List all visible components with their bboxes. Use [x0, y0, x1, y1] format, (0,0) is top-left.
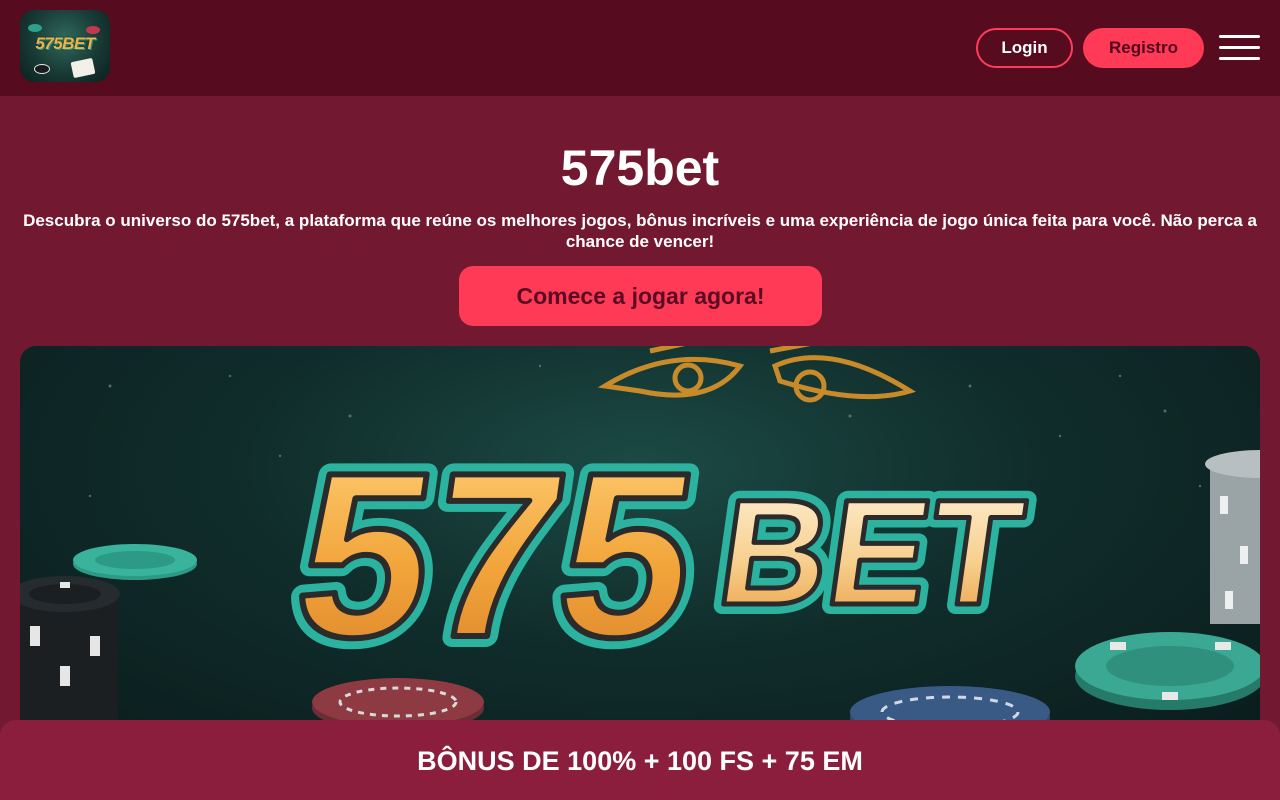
chip-icon	[34, 64, 50, 74]
chip-icon	[28, 24, 42, 32]
start-playing-button[interactable]: Comece a jogar agora!	[459, 266, 822, 326]
eye-icon	[597, 346, 917, 403]
svg-text:575: 575	[282, 424, 711, 687]
register-button[interactable]: Registro	[1083, 28, 1204, 68]
page-title: 575bet	[560, 140, 720, 196]
poker-chip-stack	[1205, 450, 1260, 624]
hero-banner: 575 575 BET BET	[20, 346, 1260, 746]
poker-chip-icon	[1075, 632, 1260, 710]
site-header: 575BET Login Registro	[0, 0, 1280, 96]
banner-brand-logo: 575 575 BET BET	[271, 413, 1043, 698]
bonus-text: BÔNUS DE 100% + 100 FS + 75 EM	[417, 746, 863, 776]
login-button[interactable]: Login	[976, 28, 1073, 68]
poker-chip-icon	[73, 544, 197, 580]
site-logo[interactable]: 575BET	[20, 10, 110, 82]
chip-icon	[86, 26, 100, 34]
hamburger-menu-icon[interactable]	[1219, 35, 1260, 61]
svg-text:BET: BET	[709, 469, 1032, 636]
hero-description: Descubra o universo do 575bet, a platafo…	[23, 211, 1257, 251]
card-icon	[70, 57, 96, 79]
bonus-bar[interactable]: BÔNUS DE 100% + 100 FS + 75 EM	[0, 720, 1280, 800]
logo-text: 575BET	[35, 34, 95, 53]
banner-art: 575 575 BET BET	[20, 346, 1260, 746]
